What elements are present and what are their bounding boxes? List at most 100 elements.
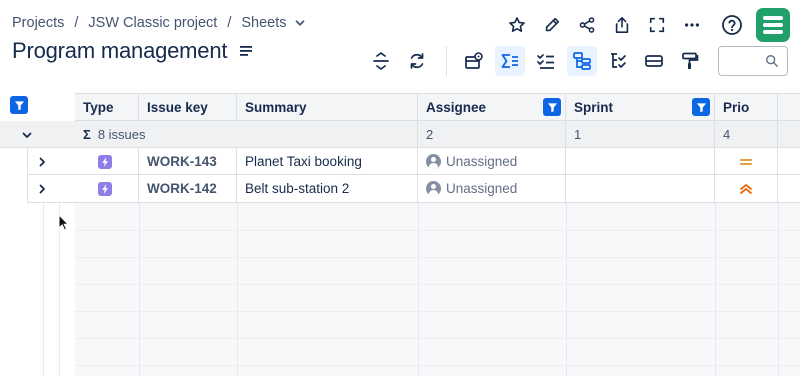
medium-priority-icon	[740, 158, 752, 165]
issue-key-cell[interactable]: WORK-142	[139, 175, 237, 202]
column-header-label: Sprint	[574, 99, 613, 115]
epic-icon	[98, 154, 112, 169]
sum-toggle-button[interactable]	[495, 46, 525, 76]
toolbar-divider	[446, 46, 447, 76]
column-header-type[interactable]: Type	[75, 93, 139, 121]
type-cell[interactable]	[75, 148, 139, 175]
column-header-priority[interactable]: Prio	[715, 93, 778, 121]
filter-icon	[547, 102, 557, 112]
sigma-icon: Σ	[83, 127, 91, 142]
overflow-cell	[778, 148, 800, 175]
edit-icon	[545, 17, 560, 32]
help-icon	[722, 15, 742, 35]
breadcrumb: Projects / JSW Classic project / Sheets	[12, 13, 307, 33]
sum-toggle-icon	[501, 54, 518, 68]
group-summary-row: Σ 8 issues 2 1 4	[75, 121, 800, 148]
collapse-group-icon[interactable]	[20, 128, 34, 142]
column-header-label: Summary	[245, 99, 307, 115]
share-icon	[579, 17, 595, 33]
help-button[interactable]	[718, 11, 746, 39]
table-row[interactable]: WORK-143 Planet Taxi booking Unassigned	[75, 148, 800, 175]
format-painter-button[interactable]	[675, 46, 705, 76]
breadcrumb-separator: /	[74, 15, 79, 31]
breadcrumb-separator: /	[227, 15, 232, 31]
assignee-cell[interactable]: Unassigned	[418, 175, 566, 202]
fullscreen-button[interactable]	[643, 11, 671, 39]
breadcrumb-projects[interactable]: Projects	[12, 15, 64, 31]
row-gutter	[0, 93, 75, 376]
menu-lines-icon[interactable]	[239, 43, 255, 59]
sprint-cell[interactable]	[566, 175, 715, 202]
filter-button[interactable]	[10, 96, 28, 114]
table-row[interactable]: WORK-142 Belt sub-station 2 Unassigned	[75, 175, 800, 203]
column-header-label: Assignee	[426, 99, 487, 115]
checklist-button[interactable]	[531, 46, 561, 76]
collapse-expand-icon	[373, 52, 389, 70]
refresh-button[interactable]	[402, 46, 432, 76]
expand-row-icon[interactable]	[35, 182, 49, 196]
page-title: Program management	[12, 38, 228, 63]
empty-grid-area[interactable]	[75, 203, 800, 376]
column-header-sprint[interactable]: Sprint	[566, 93, 715, 121]
summary-count-cell: Σ 8 issues	[75, 121, 418, 148]
hierarchy-button[interactable]	[567, 46, 597, 76]
hierarchy-icon	[573, 52, 591, 70]
summary-cell[interactable]: Planet Taxi booking	[237, 148, 418, 175]
filter-icon	[696, 102, 706, 112]
issue-key-cell[interactable]: WORK-143	[139, 148, 237, 175]
priority-cell[interactable]	[715, 175, 778, 202]
assignee-name: Unassigned	[446, 181, 518, 196]
type-cell[interactable]	[75, 175, 139, 202]
more-icon	[684, 23, 700, 27]
collapse-expand-button[interactable]	[366, 46, 396, 76]
filter-icon	[14, 100, 24, 110]
more-button[interactable]	[678, 11, 706, 39]
mouse-cursor-icon	[58, 214, 70, 231]
column-header-label: Prio	[723, 99, 750, 115]
overflow-cell	[778, 175, 800, 202]
view-settings-icon	[465, 52, 483, 69]
expand-row-icon[interactable]	[35, 155, 49, 169]
star-button[interactable]	[503, 11, 531, 39]
sprint-filter-button[interactable]	[692, 98, 710, 116]
summary-cell[interactable]: Belt sub-station 2	[237, 175, 418, 202]
assignee-name: Unassigned	[446, 154, 518, 169]
avatar	[426, 181, 441, 196]
column-header-issue-key[interactable]: Issue key	[139, 93, 237, 121]
column-header-label: Issue key	[147, 99, 208, 115]
high-priority-icon	[740, 183, 752, 194]
priority-cell[interactable]	[715, 148, 778, 175]
refresh-icon	[410, 53, 424, 69]
assignee-cell[interactable]: Unassigned	[418, 148, 566, 175]
format-painter-icon	[682, 52, 699, 69]
edit-button[interactable]	[538, 11, 566, 39]
issue-count: 8 issues	[97, 127, 146, 142]
summary-sprint: 1	[566, 121, 715, 148]
chevron-down-icon[interactable]	[293, 16, 307, 30]
tree-structure-button[interactable]	[603, 46, 633, 76]
view-settings-button[interactable]	[459, 46, 489, 76]
export-button[interactable]	[608, 11, 636, 39]
avatar	[426, 154, 441, 169]
tree-structure-icon	[611, 53, 626, 68]
export-icon	[615, 16, 629, 34]
fullscreen-icon	[649, 17, 665, 33]
search-input[interactable]	[725, 48, 769, 74]
breadcrumb-project[interactable]: JSW Classic project	[88, 15, 217, 31]
column-header-assignee[interactable]: Assignee	[418, 93, 566, 121]
search-field[interactable]	[718, 46, 788, 76]
checklist-icon	[537, 54, 554, 69]
sheet-grid: Type Issue key Summary Assignee Sprint P…	[0, 93, 800, 376]
summary-assignee: 2	[418, 121, 566, 148]
star-icon	[509, 17, 525, 33]
app-logo[interactable]	[756, 8, 790, 42]
breadcrumb-sheets[interactable]: Sheets	[241, 15, 286, 31]
share-button[interactable]	[573, 11, 601, 39]
row-height-button[interactable]	[639, 46, 669, 76]
column-header-summary[interactable]: Summary	[237, 93, 418, 121]
assignee-filter-button[interactable]	[543, 98, 561, 116]
row-height-icon	[645, 55, 663, 67]
summary-priority: 4	[715, 121, 778, 148]
sprint-cell[interactable]	[566, 148, 715, 175]
column-header-overflow[interactable]	[778, 93, 800, 121]
